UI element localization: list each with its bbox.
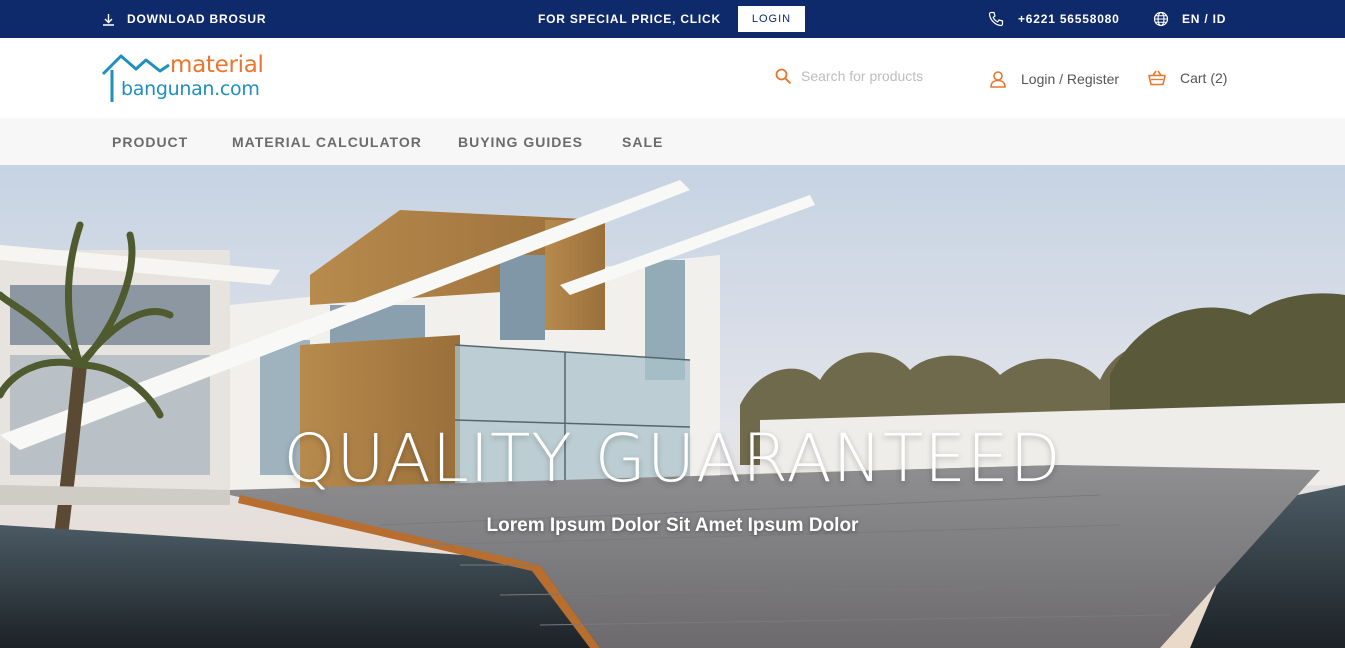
download-brochure-link[interactable]: DOWNLOAD BROSUR xyxy=(102,0,266,38)
special-price-text: FOR SPECIAL PRICE, CLICK xyxy=(538,12,721,26)
cart-label: Cart (2) xyxy=(1180,70,1228,86)
hero-background-image xyxy=(0,165,1345,648)
nav-item-material-calculator[interactable]: MATERIAL CALCULATOR xyxy=(232,118,422,165)
language-label: EN / ID xyxy=(1182,12,1227,26)
nav-item-buying-guides[interactable]: BUYING GUIDES xyxy=(458,118,583,165)
phone-number: +6221 56558080 xyxy=(1018,12,1120,26)
account-label: Login / Register xyxy=(1021,71,1120,87)
login-button[interactable]: LOGIN xyxy=(738,6,805,32)
logo-text-material: material xyxy=(170,52,264,78)
logo-text-bangunan: bangunan.com xyxy=(121,78,260,100)
nav-item-sale[interactable]: SALE xyxy=(622,118,663,165)
hero-title: QUALITY GUARANTEED xyxy=(283,420,1062,497)
account-link[interactable]: Login / Register xyxy=(989,70,1119,88)
search-box[interactable] xyxy=(775,68,951,84)
site-logo[interactable]: material bangunan.com xyxy=(100,50,275,106)
main-header: material bangunan.com Login / Register C… xyxy=(0,38,1345,118)
cart-link[interactable]: Cart (2) xyxy=(1148,70,1227,86)
top-bar: DOWNLOAD BROSUR FOR SPECIAL PRICE, CLICK… xyxy=(0,0,1345,38)
search-icon xyxy=(775,68,791,84)
phone-icon xyxy=(988,11,1004,27)
basket-icon xyxy=(1148,70,1166,86)
main-nav: PRODUCT MATERIAL CALCULATOR BUYING GUIDE… xyxy=(0,118,1345,165)
download-label: DOWNLOAD BROSUR xyxy=(127,12,267,26)
hero-banner: QUALITY GUARANTEED Lorem Ipsum Dolor Sit… xyxy=(0,165,1345,648)
hero-subtitle: Lorem Ipsum Dolor Sit Amet Ipsum Dolor xyxy=(486,515,859,536)
globe-icon xyxy=(1153,11,1169,27)
nav-item-product[interactable]: PRODUCT xyxy=(112,118,188,165)
download-icon xyxy=(103,13,114,26)
phone-contact[interactable]: +6221 56558080 xyxy=(988,0,1120,38)
user-icon xyxy=(990,71,1006,88)
language-switcher[interactable]: EN / ID xyxy=(1153,0,1226,38)
search-input[interactable] xyxy=(801,68,951,84)
